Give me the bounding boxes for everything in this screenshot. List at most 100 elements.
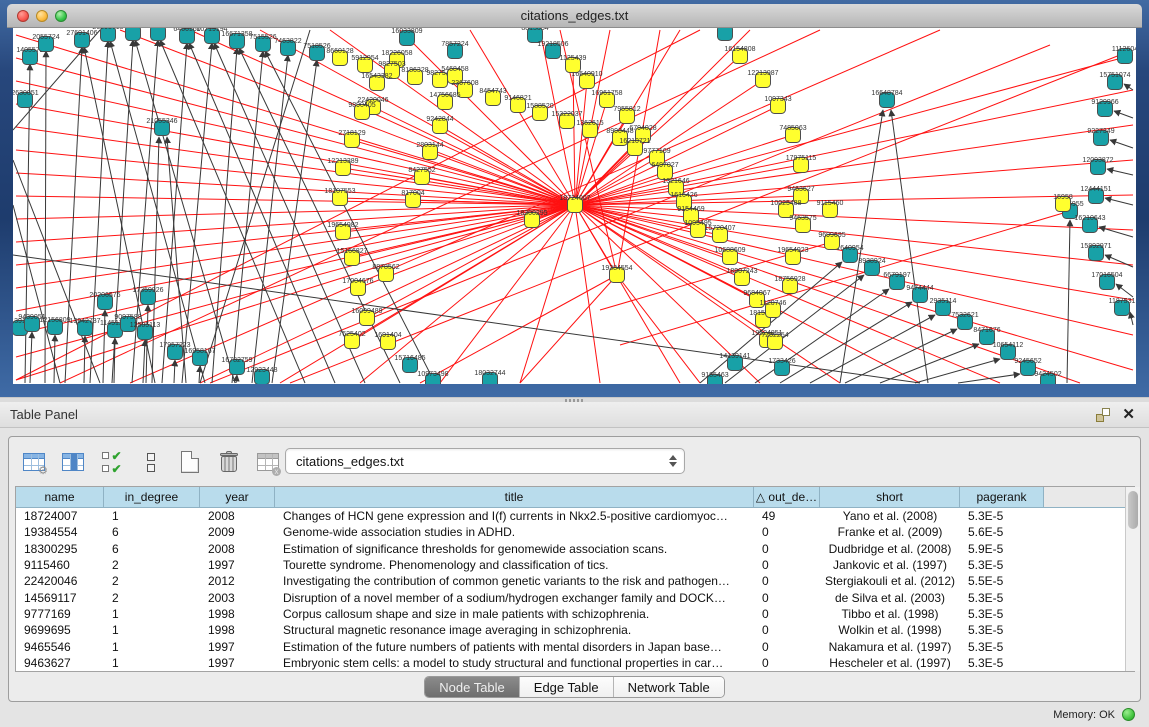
graph-edge[interactable] bbox=[1107, 169, 1133, 175]
graph-edge[interactable] bbox=[189, 43, 335, 383]
graph-edge[interactable] bbox=[420, 275, 617, 383]
column-header-short[interactable]: short bbox=[820, 487, 960, 507]
table-row[interactable]: 911546021997Tourette syndrome. Phenomeno… bbox=[16, 557, 1134, 573]
graph-node[interactable]: 7463822 bbox=[274, 38, 301, 56]
graph-node[interactable]: 15892971 bbox=[1080, 243, 1111, 261]
graph-node[interactable]: 18032744 bbox=[474, 370, 505, 384]
zoom-window-button[interactable] bbox=[55, 10, 67, 22]
graph-node[interactable]: 1125439 bbox=[560, 55, 587, 73]
graph-node[interactable]: 17004676 bbox=[342, 278, 373, 296]
graph-edge[interactable] bbox=[430, 152, 575, 205]
graph-node[interactable]: 8186328 bbox=[401, 67, 428, 85]
minimize-window-button[interactable] bbox=[36, 10, 48, 22]
graph-node[interactable]: 12444151 bbox=[1080, 186, 1111, 204]
graph-node[interactable]: 12093872 bbox=[1082, 157, 1113, 175]
graph-node[interactable]: 19654923 bbox=[777, 247, 808, 265]
graph-edge[interactable] bbox=[232, 51, 263, 383]
graph-node[interactable]: 1112604 bbox=[1112, 46, 1136, 64]
graph-node[interactable]: 16640910 bbox=[571, 71, 602, 89]
column-header-title[interactable]: title bbox=[275, 487, 754, 507]
close-window-button[interactable] bbox=[17, 10, 29, 22]
graph-edge[interactable] bbox=[13, 160, 100, 383]
column-header-name[interactable]: name bbox=[16, 487, 104, 507]
tab-node-table[interactable]: Node Table bbox=[425, 677, 520, 697]
graph-edge[interactable] bbox=[1114, 111, 1133, 118]
table-row[interactable]: 1872400712008Changes of HCN gene express… bbox=[16, 508, 1134, 524]
graph-edge[interactable] bbox=[152, 137, 159, 383]
graph-edge[interactable] bbox=[200, 30, 310, 383]
graph-node[interactable]: 8878562 bbox=[372, 264, 399, 282]
graph-node[interactable]: 16210643 bbox=[1074, 215, 1105, 233]
graph-node[interactable]: 16099489 bbox=[351, 308, 382, 326]
graph-edge[interactable] bbox=[16, 205, 575, 357]
table-row[interactable]: 946554611997Estimation of the future num… bbox=[16, 638, 1134, 654]
graph-node[interactable]: 9227349 bbox=[1087, 128, 1114, 146]
table-scrollbar[interactable] bbox=[1125, 487, 1140, 671]
graph-edge[interactable] bbox=[520, 205, 575, 383]
graph-edge[interactable] bbox=[575, 205, 600, 383]
column-header-in_degree[interactable]: in_degree bbox=[104, 487, 200, 507]
tab-edge-table[interactable]: Edge Table bbox=[520, 677, 614, 697]
graph-node[interactable]: 1362615 bbox=[576, 120, 603, 138]
graph-edge[interactable] bbox=[162, 43, 187, 383]
network-window-titlebar[interactable]: citations_edges.txt bbox=[7, 4, 1142, 28]
delete-table-button[interactable]: x bbox=[253, 447, 283, 477]
graph-node[interactable]: 7857224 bbox=[441, 41, 468, 59]
table-row[interactable]: 2242004622012Investigating the contribut… bbox=[16, 573, 1134, 589]
graph-node[interactable]: 17359926 bbox=[132, 287, 163, 305]
table-row[interactable]: 1938455462009Genome-wide association stu… bbox=[16, 524, 1134, 540]
table-row[interactable]: 977716911998Corpus callosum shape and si… bbox=[16, 606, 1134, 622]
graph-node[interactable]: 9129966 bbox=[1091, 99, 1118, 117]
graph-edge[interactable] bbox=[575, 205, 1133, 335]
graph-edge[interactable] bbox=[252, 55, 288, 383]
graph-edge[interactable] bbox=[915, 359, 1000, 383]
graph-node[interactable]: 9185463 bbox=[701, 372, 728, 384]
table-row[interactable]: 946362711997Embryonic stem cells: a mode… bbox=[16, 655, 1134, 671]
graph-node[interactable]: 15716485 bbox=[394, 355, 425, 373]
select-all-rows-button[interactable]: ✔ ✔ bbox=[97, 447, 127, 477]
graph-node[interactable]: 9115460 bbox=[817, 200, 844, 218]
graph-node[interactable]: 7485063 bbox=[779, 125, 806, 143]
graph-node[interactable]: 14756685 bbox=[429, 92, 460, 110]
graph-node[interactable]: 9463575 bbox=[789, 215, 816, 233]
graph-node[interactable]: 2803144 bbox=[416, 142, 443, 160]
graph-node[interactable]: 7515526 bbox=[249, 34, 276, 52]
graph-edge[interactable] bbox=[1099, 227, 1133, 237]
column-header-year[interactable]: year bbox=[200, 487, 275, 507]
graph-node[interactable]: 15958 bbox=[1053, 194, 1073, 212]
graph-node[interactable]: 13942737 bbox=[69, 318, 100, 336]
graph-node[interactable]: 16154808 bbox=[724, 46, 755, 64]
table-row[interactable]: 969969511998Structural magnetic resonanc… bbox=[16, 622, 1134, 638]
table-row[interactable]: 1830029562008Estimation of significance … bbox=[16, 541, 1134, 557]
graph-node[interactable]: 12156809 bbox=[39, 317, 70, 335]
graph-node[interactable]: 2087682 bbox=[711, 28, 738, 41]
graph-node[interactable]: 817004 bbox=[401, 190, 424, 208]
graph-node[interactable]: 15720407 bbox=[704, 225, 735, 243]
graph-node[interactable]: 18107553 bbox=[324, 188, 355, 206]
graph-edge[interactable] bbox=[575, 195, 1133, 205]
table-row[interactable]: 1456911722003Disruption of a novel membe… bbox=[16, 589, 1134, 605]
table-selector-dropdown[interactable]: citations_edges.txt bbox=[285, 448, 685, 474]
graph-node[interactable]: 16543382 bbox=[361, 73, 392, 91]
graph-node[interactable]: 1187531 bbox=[1109, 298, 1136, 316]
table-options-button[interactable]: ⚙ bbox=[19, 447, 49, 477]
graph-edge[interactable] bbox=[236, 375, 237, 383]
graph-node[interactable]: 6497027 bbox=[651, 162, 678, 180]
graph-node[interactable]: 8660128 bbox=[326, 48, 353, 66]
float-window-icon[interactable] bbox=[1096, 408, 1110, 422]
graph-node[interactable]: 17975115 bbox=[786, 155, 817, 173]
graph-edge[interactable] bbox=[182, 43, 212, 383]
graph-node[interactable]: 2718129 bbox=[338, 130, 365, 148]
graph-node[interactable]: 15751074 bbox=[1099, 72, 1130, 90]
column-header-pagerank[interactable]: pagerank bbox=[960, 487, 1044, 507]
create-new-table-button[interactable] bbox=[175, 447, 205, 477]
graph-edge[interactable] bbox=[1067, 220, 1070, 383]
row-height-button[interactable] bbox=[136, 447, 166, 477]
graph-edge[interactable] bbox=[958, 374, 1020, 383]
graph-node[interactable]: 18907243 bbox=[726, 268, 757, 286]
graph-edge[interactable] bbox=[880, 344, 979, 383]
graph-edge[interactable] bbox=[891, 110, 928, 383]
delete-rows-button[interactable] bbox=[214, 447, 244, 477]
graph-node[interactable]: 14139141 bbox=[719, 353, 750, 371]
graph-edge[interactable] bbox=[1116, 284, 1133, 297]
